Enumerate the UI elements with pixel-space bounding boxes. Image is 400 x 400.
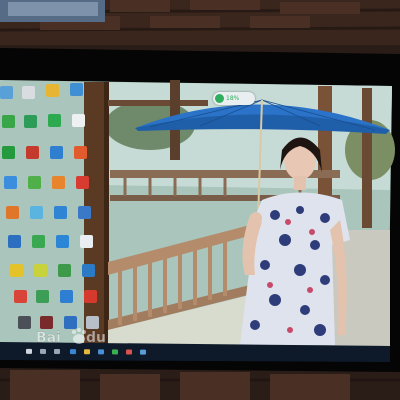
desktop-icon[interactable] — [26, 146, 39, 159]
store-icon[interactable] — [97, 349, 105, 355]
svg-text:Bai: Bai — [36, 330, 61, 346]
search-icon[interactable] — [39, 348, 47, 354]
desktop-icon[interactable] — [80, 235, 93, 248]
desktop-icon[interactable] — [10, 264, 23, 277]
speed-ball-icon — [215, 94, 224, 103]
desktop-icon[interactable] — [22, 86, 35, 99]
widget-percent: 18% — [226, 95, 240, 102]
desktop-icon[interactable] — [8, 235, 21, 248]
desktop-icon[interactable] — [60, 290, 73, 303]
desktop-icon[interactable] — [4, 176, 17, 189]
app-icon[interactable] — [139, 349, 147, 355]
desktop-icon[interactable] — [58, 264, 71, 277]
desktop-icon[interactable] — [18, 316, 31, 329]
desktop-icon[interactable] — [24, 115, 37, 128]
desktop-icon[interactable] — [2, 115, 15, 128]
desktop-icon[interactable] — [84, 290, 97, 303]
desktop-icon[interactable] — [30, 206, 43, 219]
desktop-icon[interactable] — [78, 206, 91, 219]
desktop-icon[interactable] — [14, 290, 27, 303]
desktop-icon[interactable] — [34, 264, 47, 277]
desktop-icon[interactable] — [72, 114, 85, 127]
speed-widget[interactable]: 18% — [213, 92, 255, 105]
watermark-logo: Bai du — [36, 328, 106, 346]
desktop-icon[interactable] — [36, 290, 49, 303]
app-icon[interactable] — [125, 349, 133, 355]
desktop-icon[interactable] — [74, 146, 87, 159]
desktop-icon[interactable] — [70, 83, 83, 96]
desktop-icon[interactable] — [32, 235, 45, 248]
desktop-icon[interactable] — [76, 176, 89, 189]
app-icon[interactable] — [111, 349, 119, 355]
desktop-icon[interactable] — [82, 264, 95, 277]
task-view-icon[interactable] — [53, 349, 61, 355]
desktop-icon[interactable] — [46, 84, 59, 97]
edge-icon[interactable] — [69, 349, 77, 355]
desktop-icon[interactable] — [28, 176, 41, 189]
start-icon[interactable] — [25, 348, 33, 354]
desktop-icon[interactable] — [50, 146, 63, 159]
desktop-icon[interactable] — [48, 114, 61, 127]
desktop-icon[interactable] — [0, 86, 13, 99]
desktop-icon[interactable] — [6, 206, 19, 219]
folder-icon[interactable] — [83, 349, 91, 355]
desktop-icon[interactable] — [2, 146, 15, 159]
svg-text:du: du — [86, 330, 106, 346]
desktop-icon[interactable] — [56, 235, 69, 248]
desktop-icon[interactable] — [54, 206, 67, 219]
desktop-icon[interactable] — [52, 176, 65, 189]
